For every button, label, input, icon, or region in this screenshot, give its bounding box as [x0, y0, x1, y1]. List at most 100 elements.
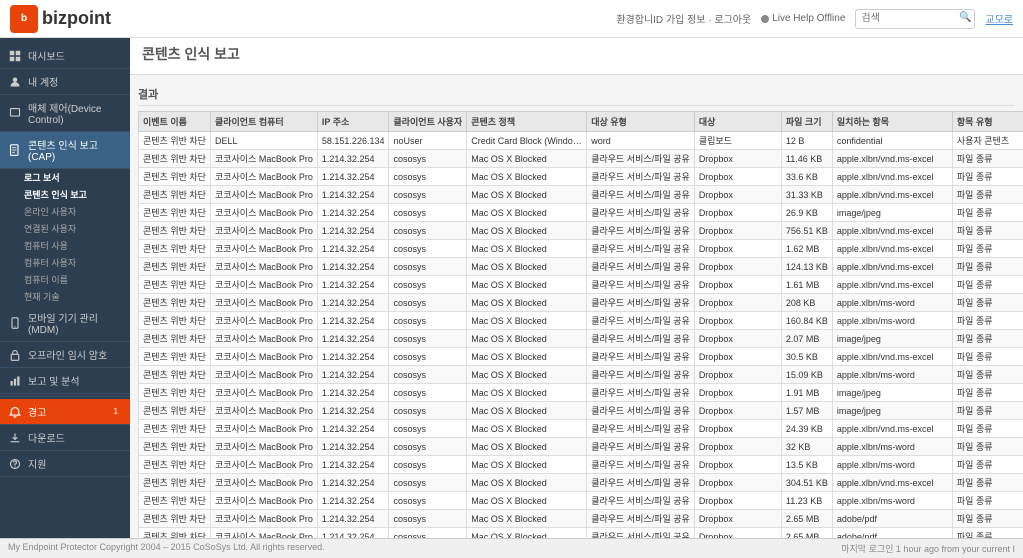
- sidebar-sub-online-users[interactable]: 온라인 사용자: [0, 203, 130, 220]
- table-cell: 304.51 KB: [781, 474, 832, 492]
- search-icon[interactable]: 🔍: [959, 12, 971, 23]
- table-row[interactable]: 콘텐츠 위반 차단DELL58.151.226.134noUserCredit …: [139, 132, 1023, 150]
- sidebar-sub-computer-use[interactable]: 컴퓨터 사용: [0, 237, 130, 254]
- sidebar-sub-connected-users[interactable]: 연결된 사용자: [0, 220, 130, 237]
- table-cell: 코코사이스 MacBook Pro: [210, 510, 317, 528]
- sidebar-item-temp-password[interactable]: 오프라인 임시 암호: [0, 342, 130, 368]
- table-cell: 콘텐츠 위반 차단: [139, 456, 211, 474]
- table-cell: adobe/pdf: [832, 528, 952, 539]
- table-cell: cososys: [389, 492, 467, 510]
- table-cell: 파일 종류: [952, 240, 1023, 258]
- table-row[interactable]: 콘텐츠 위반 차단코코사이스 MacBook Pro1.214.32.254co…: [139, 528, 1023, 539]
- sidebar-label-temp-password: 오프라인 임시 암호: [28, 347, 107, 362]
- table-row[interactable]: 콘텐츠 위반 차단코코사이스 MacBook Pro1.214.32.254co…: [139, 240, 1023, 258]
- table-header-cell[interactable]: 대상 유형: [587, 112, 695, 132]
- table-cell: apple.xlbn/ms-word: [832, 312, 952, 330]
- table-row[interactable]: 콘텐츠 위반 차단코코사이스 MacBook Pro1.214.32.254co…: [139, 474, 1023, 492]
- sidebar-item-device-control[interactable]: 매체 제어(Device Control): [0, 95, 130, 132]
- close-link[interactable]: 교모로: [985, 11, 1013, 26]
- sidebar-sub-computer-names[interactable]: 컴퓨터 이름: [0, 271, 130, 288]
- table-row[interactable]: 콘텐츠 위반 차단코코사이스 MacBook Pro1.214.32.254co…: [139, 438, 1023, 456]
- table-header-cell[interactable]: 항목 유형: [952, 112, 1023, 132]
- table-row[interactable]: 콘텐츠 위반 차단코코사이스 MacBook Pro1.214.32.254co…: [139, 366, 1023, 384]
- table-cell: 클라우드 서비스/파일 공유: [587, 384, 695, 402]
- sidebar-item-support[interactable]: 지원: [0, 451, 130, 477]
- table-cell: 콘텐츠 위반 차단: [139, 294, 211, 312]
- table-cell: cososys: [389, 204, 467, 222]
- table-cell: 파일 종류: [952, 258, 1023, 276]
- table-row[interactable]: 콘텐츠 위반 차단코코사이스 MacBook Pro1.214.32.254co…: [139, 456, 1023, 474]
- table-cell: 1.214.32.254: [317, 366, 389, 384]
- footer-last-activity: 마지막 로그인 1 hour ago from your current I: [841, 542, 1015, 555]
- table-header-cell[interactable]: 클라이언트 사용자: [389, 112, 467, 132]
- table-row[interactable]: 콘텐츠 위반 차단코코사이스 MacBook Pro1.214.32.254co…: [139, 168, 1023, 186]
- mobile-icon: [8, 316, 22, 330]
- table-header-cell[interactable]: 일치하는 항목: [832, 112, 952, 132]
- table-header-cell[interactable]: 파일 크기: [781, 112, 832, 132]
- table-cell: cososys: [389, 222, 467, 240]
- table-row[interactable]: 콘텐츠 위반 차단코코사이스 MacBook Pro1.214.32.254co…: [139, 186, 1023, 204]
- table-cell: 콘텐츠 위반 차단: [139, 528, 211, 539]
- table-row[interactable]: 콘텐츠 위반 차단코코사이스 MacBook Pro1.214.32.254co…: [139, 258, 1023, 276]
- table-cell: Mac OS X Blocked: [467, 276, 587, 294]
- table-cell: apple.xlbn/ms-word: [832, 456, 952, 474]
- table-row[interactable]: 콘텐츠 위반 차단코코사이스 MacBook Pro1.214.32.254co…: [139, 150, 1023, 168]
- sidebar-item-dashboard[interactable]: 대시보드: [0, 43, 130, 69]
- table-cell: 파일 종류: [952, 510, 1023, 528]
- table-cell: Mac OS X Blocked: [467, 348, 587, 366]
- table-cell: 클라우드 서비스/파일 공유: [587, 348, 695, 366]
- table-cell: 코코사이스 MacBook Pro: [210, 384, 317, 402]
- table-cell: Dropbox: [694, 276, 781, 294]
- table-row[interactable]: 콘텐츠 위반 차단코코사이스 MacBook Pro1.214.32.254co…: [139, 384, 1023, 402]
- table-header-cell[interactable]: IP 주소: [317, 112, 389, 132]
- sidebar-item-account[interactable]: 내 계정: [0, 69, 130, 95]
- sidebar-item-download[interactable]: 다운로드: [0, 425, 130, 451]
- table-cell: 파일 종류: [952, 168, 1023, 186]
- content-area: 콘텐츠 인식 보고 결과 이벤트 이름클라이언트 컴퓨터IP 주소클라이언트 사…: [130, 38, 1023, 538]
- table-header-cell[interactable]: 이벤트 이름: [139, 112, 211, 132]
- table-header-cell[interactable]: 대상: [694, 112, 781, 132]
- sidebar-sub-current-tech[interactable]: 현재 기술: [0, 288, 130, 305]
- table-wrap[interactable]: 결과 이벤트 이름클라이언트 컴퓨터IP 주소클라이언트 사용자콘텐츠 정책대상…: [130, 75, 1023, 538]
- search-input[interactable]: [855, 9, 975, 29]
- table-row[interactable]: 콘텐츠 위반 차단코코사이스 MacBook Pro1.214.32.254co…: [139, 276, 1023, 294]
- sidebar-item-reports[interactable]: 보고 및 분석: [0, 368, 130, 394]
- table-cell: 콘텐츠 위반 차단: [139, 258, 211, 276]
- table-cell: cososys: [389, 168, 467, 186]
- table-cell: Mac OS X Blocked: [467, 330, 587, 348]
- table-cell: 1.214.32.254: [317, 474, 389, 492]
- live-dot: [761, 15, 769, 23]
- sidebar-item-alert[interactable]: 경고 1: [0, 399, 130, 425]
- sidebar-item-mdm[interactable]: 모바일 기기 관리(MDM): [0, 305, 130, 342]
- table-row[interactable]: 콘텐츠 위반 차단코코사이스 MacBook Pro1.214.32.254co…: [139, 204, 1023, 222]
- sidebar-label-mdm: 모바일 기기 관리(MDM): [28, 310, 122, 336]
- sidebar-item-cap[interactable]: 콘텐츠 인식 보고(CAP): [0, 132, 130, 169]
- table-row[interactable]: 콘텐츠 위반 차단코코사이스 MacBook Pro1.214.32.254co…: [139, 330, 1023, 348]
- table-header-cell[interactable]: 클라이언트 컴퓨터: [210, 112, 317, 132]
- table-row[interactable]: 콘텐츠 위반 차단코코사이스 MacBook Pro1.214.32.254co…: [139, 402, 1023, 420]
- sidebar-sub-log[interactable]: 로그 보서: [0, 169, 130, 186]
- table-cell: 사용자 콘텐츠: [952, 132, 1023, 150]
- table-cell: adobe/pdf: [832, 510, 952, 528]
- table-row[interactable]: 콘텐츠 위반 차단코코사이스 MacBook Pro1.214.32.254co…: [139, 312, 1023, 330]
- sidebar: 대시보드 내 계정 매체 제어(Device Control) 콘텐츠 인식 보…: [0, 38, 130, 538]
- table-cell: 클라우드 서비스/파일 공유: [587, 438, 695, 456]
- table-cell: cososys: [389, 528, 467, 539]
- table-row[interactable]: 콘텐츠 위반 차단코코사이스 MacBook Pro1.214.32.254co…: [139, 294, 1023, 312]
- table-row[interactable]: 콘텐츠 위반 차단코코사이스 MacBook Pro1.214.32.254co…: [139, 420, 1023, 438]
- table-header-cell[interactable]: 콘텐츠 정책: [467, 112, 587, 132]
- sidebar-divider: [0, 396, 130, 397]
- table-cell: 24.39 KB: [781, 420, 832, 438]
- sidebar-sub-cap-report[interactable]: 콘텐츠 인식 보고: [0, 186, 130, 203]
- table-cell: Mac OS X Blocked: [467, 456, 587, 474]
- table-cell: 1.214.32.254: [317, 204, 389, 222]
- table-row[interactable]: 콘텐츠 위반 차단코코사이스 MacBook Pro1.214.32.254co…: [139, 492, 1023, 510]
- table-row[interactable]: 콘텐츠 위반 차단코코사이스 MacBook Pro1.214.32.254co…: [139, 222, 1023, 240]
- table-row[interactable]: 콘텐츠 위반 차단코코사이스 MacBook Pro1.214.32.254co…: [139, 348, 1023, 366]
- table-cell: 2.65 MB: [781, 510, 832, 528]
- sidebar-sub-computer-users[interactable]: 컴퓨터 사용자: [0, 254, 130, 271]
- table-cell: 코코사이스 MacBook Pro: [210, 276, 317, 294]
- table-cell: cososys: [389, 420, 467, 438]
- table-cell: 파일 종류: [952, 348, 1023, 366]
- table-row[interactable]: 콘텐츠 위반 차단코코사이스 MacBook Pro1.214.32.254co…: [139, 510, 1023, 528]
